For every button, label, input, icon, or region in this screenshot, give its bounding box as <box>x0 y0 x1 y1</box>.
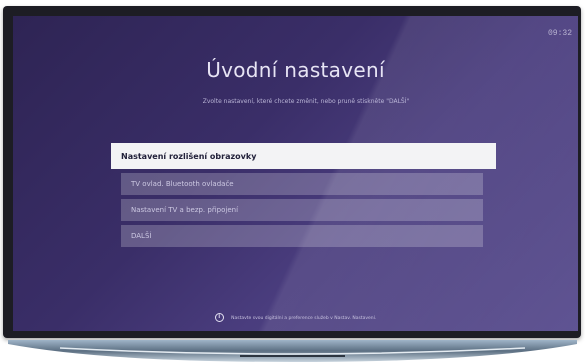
setup-menu: Nastavení rozlišení obrazovky TV ovlad. … <box>111 143 496 251</box>
menu-item-screen-resolution[interactable]: Nastavení rozlišení obrazovky <box>111 143 496 169</box>
page-title: Úvodní nastavení <box>206 58 385 82</box>
page-subtitle: Zvolte nastavení, které chcete změnit, n… <box>202 98 410 105</box>
tv-stand <box>8 340 577 362</box>
tv-screen: 09:32 Úvodní nastavení Zvolte nastavení,… <box>13 16 578 331</box>
menu-item-label: Nastavení TV a bezp. připojení <box>131 206 239 214</box>
menu-item-bluetooth-remote[interactable]: TV ovlad. Bluetooth ovladače <box>121 173 483 195</box>
menu-item-next[interactable]: DALŠÍ <box>121 225 483 247</box>
menu-item-label: TV ovlad. Bluetooth ovladače <box>131 180 234 188</box>
clock: 09:32 <box>547 29 572 38</box>
menu-item-label: Nastavení rozlišení obrazovky <box>121 151 257 161</box>
tv-frame: 09:32 Úvodní nastavení Zvolte nastavení,… <box>3 6 581 338</box>
footer-note-text: Nastavte svou digitální a preference slu… <box>231 316 377 321</box>
info-icon: i <box>214 313 224 322</box>
menu-item-tv-connection[interactable]: Nastavení TV a bezp. připojení <box>121 199 483 221</box>
menu-item-label: DALŠÍ <box>131 232 152 240</box>
footer-note: i Nastavte svou digitální a preference s… <box>13 313 578 322</box>
